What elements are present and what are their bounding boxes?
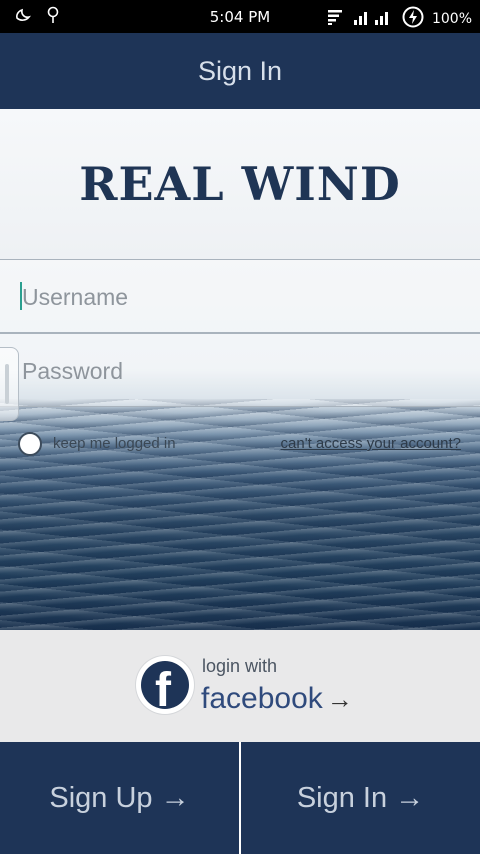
password-field-container — [0, 333, 480, 408]
keep-logged-in-radio[interactable] — [18, 432, 42, 456]
status-right-icons: 100% — [327, 6, 472, 32]
app-bar: Sign In — [0, 33, 480, 109]
username-input[interactable] — [20, 260, 464, 334]
keep-logged-in-label[interactable]: keep me logged in — [53, 435, 176, 452]
facebook-login-button[interactable]: facebook → — [201, 682, 353, 716]
facebook-label: facebook — [201, 682, 323, 715]
brand-header: REAL WIND — [0, 109, 480, 259]
text-cursor — [20, 282, 22, 310]
login-with-label: login with — [202, 656, 278, 676]
arrow-right-icon: → — [326, 684, 353, 714]
login-options-row: keep me logged in can't access your acco… — [0, 429, 480, 459]
page-title: Sign In — [197, 56, 283, 86]
facebook-icon[interactable]: f — [136, 656, 194, 714]
cant-access-link[interactable]: can't access your account? — [281, 435, 461, 452]
login-form: keep me logged in can't access your acco… — [0, 259, 480, 630]
bottom-action-bar: Sign Up → Sign In → — [0, 742, 480, 854]
signal-icon — [353, 9, 394, 29]
wifi-icon — [327, 9, 346, 29]
battery-charging-icon — [402, 6, 424, 32]
status-bar: 5:04 PM 100% — [0, 0, 480, 33]
password-input[interactable] — [20, 334, 464, 408]
facebook-login-area[interactable]: f login with facebook → — [0, 630, 480, 742]
sign-up-button[interactable]: Sign Up → — [0, 742, 239, 854]
side-drawer-handle[interactable] — [0, 347, 19, 421]
battery-percent: 100% — [431, 11, 472, 27]
sign-in-button[interactable]: Sign In → — [241, 742, 480, 854]
brand-title: REAL WIND — [79, 157, 401, 211]
username-field-container — [0, 259, 480, 334]
